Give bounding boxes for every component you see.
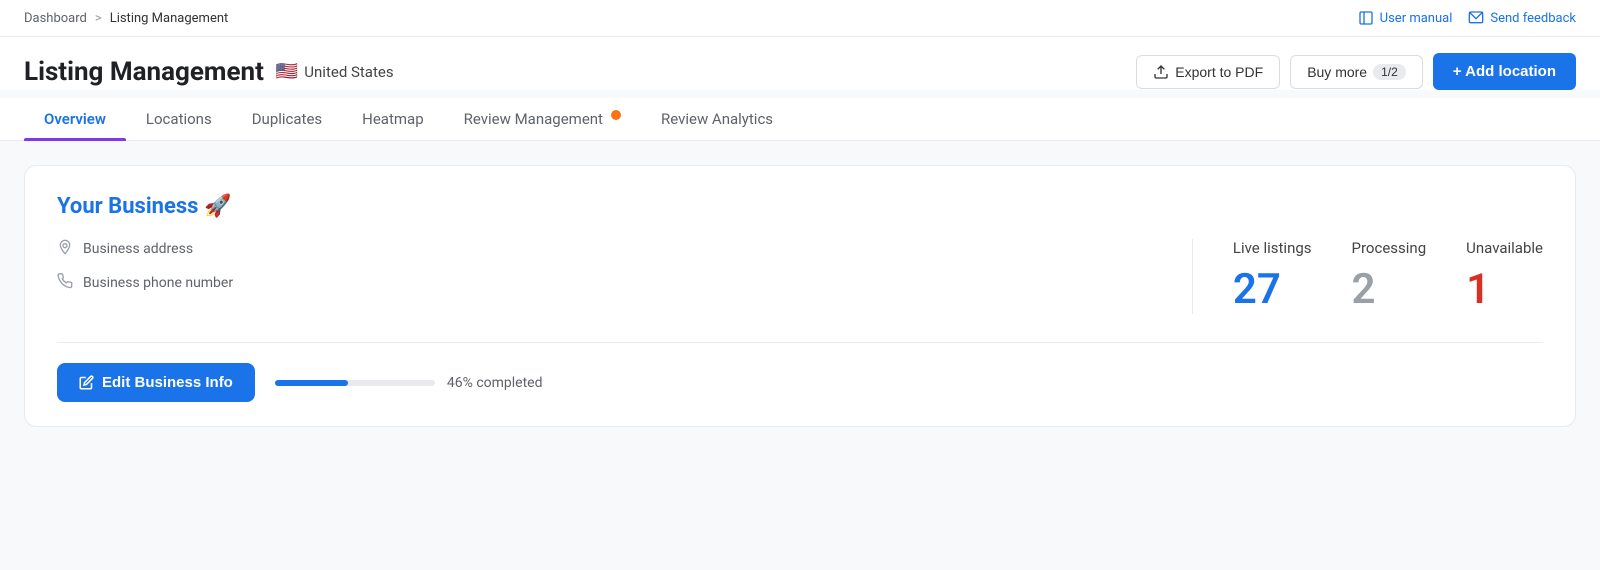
buy-more-button[interactable]: Buy more 1/2 [1290, 55, 1423, 89]
progress-bar-background [275, 380, 435, 386]
tab-review-management-inner: Review Management [464, 110, 621, 128]
live-listings-label: Live listings [1233, 239, 1312, 257]
book-icon [1358, 10, 1374, 26]
pencil-icon [79, 375, 94, 390]
location-icon [57, 239, 73, 259]
processing-label: Processing [1352, 239, 1427, 257]
stat-live-listings: Live listings 27 [1233, 239, 1312, 314]
progress-bar-fill [275, 380, 349, 386]
edit-business-info-button[interactable]: Edit Business Info [57, 363, 255, 402]
breadcrumb-dashboard[interactable]: Dashboard [24, 11, 87, 26]
export-pdf-button[interactable]: Export to PDF [1136, 55, 1280, 89]
country-badge: 🇺🇸 United States [276, 61, 394, 82]
live-listings-value: 27 [1233, 265, 1312, 314]
card-footer: Edit Business Info 46% completed [57, 342, 1543, 402]
tab-overview[interactable]: Overview [24, 98, 126, 140]
business-title: Your Business 🚀 [57, 194, 1543, 219]
user-manual-link[interactable]: User manual [1358, 10, 1453, 26]
tab-heatmap[interactable]: Heatmap [342, 98, 443, 140]
feedback-icon [1468, 10, 1484, 26]
address-item: Business address [57, 239, 1160, 259]
progress-container: 46% completed [275, 375, 1543, 391]
stat-processing: Processing 2 [1352, 239, 1427, 314]
tab-review-analytics[interactable]: Review Analytics [641, 98, 793, 140]
send-feedback-link[interactable]: Send feedback [1468, 10, 1576, 26]
phone-icon [57, 273, 73, 293]
top-actions: User manual Send feedback [1358, 10, 1576, 26]
add-location-button[interactable]: + Add location [1433, 53, 1576, 90]
page-title: Listing Management [24, 57, 264, 87]
main-content: Your Business 🚀 Business address [0, 141, 1600, 451]
page-title-area: Listing Management 🇺🇸 United States [24, 57, 394, 87]
tab-duplicates[interactable]: Duplicates [232, 98, 342, 140]
business-details: Business address Business phone number [57, 239, 1193, 314]
progress-text: 46% completed [447, 375, 543, 391]
breadcrumb-separator: > [95, 11, 102, 26]
tabs-row: Overview Locations Duplicates Heatmap Re… [0, 98, 1600, 141]
flag-icon: 🇺🇸 [276, 61, 298, 82]
stat-unavailable: Unavailable 1 [1466, 239, 1543, 314]
top-bar: Dashboard > Listing Management User manu… [0, 0, 1600, 37]
upload-icon [1153, 64, 1169, 80]
unavailable-label: Unavailable [1466, 239, 1543, 257]
tab-review-management[interactable]: Review Management [444, 98, 641, 140]
header-buttons: Export to PDF Buy more 1/2 + Add locatio… [1136, 53, 1576, 90]
breadcrumb-current: Listing Management [110, 11, 229, 26]
tab-locations[interactable]: Locations [126, 98, 232, 140]
phone-item: Business phone number [57, 273, 1160, 293]
business-card: Your Business 🚀 Business address [24, 165, 1576, 427]
country-name: United States [304, 63, 393, 81]
unavailable-value: 1 [1466, 265, 1543, 314]
processing-value: 2 [1352, 265, 1427, 314]
stats-section: Live listings 27 Processing 2 Unavailabl… [1193, 239, 1543, 314]
breadcrumb: Dashboard > Listing Management [24, 11, 228, 26]
header-row: Listing Management 🇺🇸 United States Expo… [0, 37, 1600, 90]
notification-dot [611, 110, 621, 120]
buy-more-badge: 1/2 [1373, 64, 1406, 80]
business-info-row: Business address Business phone number L… [57, 239, 1543, 314]
